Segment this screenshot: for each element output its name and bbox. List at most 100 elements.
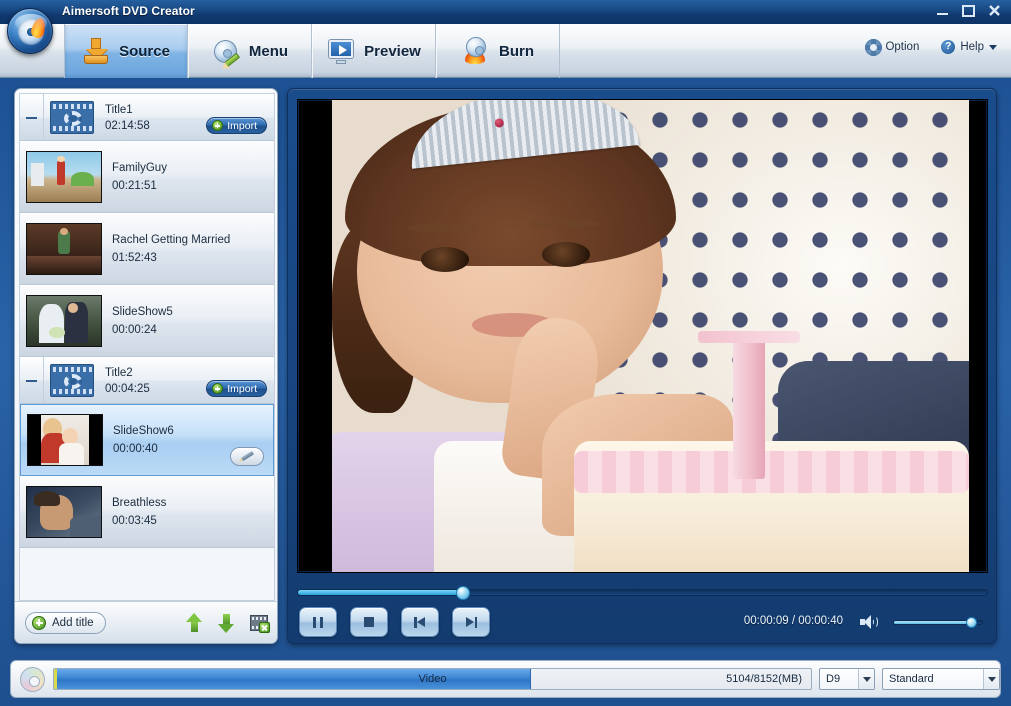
title-group-header[interactable]: Title1 02:14:58 Import	[20, 94, 274, 141]
delete-title-icon[interactable]	[250, 614, 270, 633]
stop-button[interactable]	[350, 607, 388, 637]
time-display: 00:00:09 / 00:00:40	[743, 615, 843, 627]
import-label: Import	[227, 119, 257, 132]
chevron-down-icon[interactable]	[858, 669, 874, 689]
window-controls	[934, 3, 1003, 19]
preview-panel: 00:00:09 / 00:00:40	[287, 88, 997, 644]
video-image	[332, 100, 969, 572]
title-group-header[interactable]: Title2 00:04:25 Import	[20, 357, 274, 404]
title-duration: 02:14:58	[105, 119, 150, 132]
list-item[interactable]: Breathless 00:03:45	[20, 476, 274, 548]
monitor-play-icon	[327, 37, 355, 65]
clip-duration: 00:00:24	[112, 324, 157, 336]
clip-duration: 00:03:45	[112, 515, 157, 527]
clip-thumbnail	[27, 414, 103, 466]
application-window: Aimersoft DVD Creator Source Menu Previe…	[0, 0, 1011, 706]
option-button[interactable]: Option	[865, 40, 920, 54]
logo-flame-icon	[29, 16, 48, 40]
list-toolbar: Add title	[15, 601, 277, 643]
title-bar: Aimersoft DVD Creator	[0, 0, 1011, 24]
tab-source[interactable]: Source	[64, 24, 188, 78]
chevron-down-icon[interactable]	[983, 669, 999, 689]
plus-icon	[212, 120, 224, 131]
quality-dropdown[interactable]: Standard	[882, 668, 1000, 690]
main-tabs: Source Menu Preview Burn	[64, 24, 560, 78]
disc-type-dropdown[interactable]: D9	[819, 668, 875, 690]
disc-type-value: D9	[826, 673, 841, 685]
gear-icon	[865, 40, 883, 54]
clip-name: SlideShow5	[112, 306, 173, 318]
list-item[interactable]: SlideShow5 00:00:24	[20, 285, 274, 357]
minimize-icon[interactable]	[934, 3, 951, 19]
plus-icon	[32, 615, 46, 630]
title-list[interactable]: Title1 02:14:58 Import FamilyGuy 00:21:5…	[19, 93, 275, 601]
status-bar: Video 5104/8152(MB) D9 Standard	[10, 660, 1001, 698]
close-icon[interactable]	[986, 3, 1003, 19]
film-reel-icon	[50, 364, 94, 397]
tab-burn[interactable]: Burn	[436, 24, 560, 78]
option-label: Option	[885, 41, 920, 53]
clip-thumbnail	[26, 151, 102, 203]
capacity-bar: Video 5104/8152(MB)	[53, 668, 812, 690]
tab-menu[interactable]: Menu	[188, 24, 312, 78]
pause-button[interactable]	[299, 607, 337, 637]
tab-bar: Source Menu Preview Burn Option ? Help	[0, 24, 1011, 78]
clip-name: SlideShow6	[113, 425, 174, 437]
collapse-toggle-icon[interactable]	[20, 94, 44, 141]
app-logo-icon	[7, 8, 53, 54]
move-down-icon[interactable]	[218, 613, 235, 633]
title-duration: 00:04:25	[105, 382, 150, 395]
question-mark-icon: ?	[941, 40, 956, 54]
tab-preview[interactable]: Preview	[312, 24, 436, 78]
window-title: Aimersoft DVD Creator	[62, 4, 195, 18]
plus-icon	[212, 383, 224, 394]
add-title-label: Add title	[52, 616, 94, 629]
help-label: Help	[960, 41, 984, 53]
import-label: Import	[227, 382, 257, 395]
tab-menu-label: Menu	[248, 42, 289, 60]
clip-name: Rachel Getting Married	[112, 234, 231, 246]
tab-source-label: Source	[119, 42, 170, 60]
maximize-icon[interactable]	[960, 3, 977, 19]
tab-burn-label: Burn	[499, 42, 534, 60]
capacity-size: 5104/8152(MB)	[726, 673, 802, 685]
progress-thumb[interactable]	[456, 586, 471, 600]
collapse-toggle-icon[interactable]	[20, 357, 44, 404]
list-item[interactable]: FamilyGuy 00:21:51	[20, 141, 274, 213]
help-button[interactable]: ? Help	[941, 40, 997, 54]
title-name: Title2	[105, 366, 133, 379]
edit-clip-button[interactable]	[230, 447, 264, 466]
chevron-down-icon	[989, 44, 997, 50]
clip-name: Breathless	[112, 497, 167, 509]
header-links: Option ? Help	[865, 40, 997, 54]
clip-duration: 01:52:43	[112, 252, 157, 264]
clip-duration: 00:21:51	[112, 180, 157, 192]
film-reel-icon	[50, 101, 94, 134]
playback-progress-slider[interactable]	[297, 586, 988, 600]
video-frame[interactable]	[297, 99, 988, 573]
clip-thumbnail	[26, 223, 102, 275]
clip-name: FamilyGuy	[112, 162, 167, 174]
capacity-label: Video	[418, 673, 447, 685]
disc-icon	[20, 666, 45, 692]
volume-thumb[interactable]	[965, 617, 977, 628]
clip-duration: 00:00:40	[113, 443, 158, 455]
quality-value: Standard	[889, 673, 934, 685]
player-controls: 00:00:09 / 00:00:40	[288, 603, 998, 645]
volume-icon[interactable]	[860, 615, 878, 629]
pencil-icon	[240, 450, 255, 462]
next-button[interactable]	[452, 607, 490, 637]
previous-button[interactable]	[401, 607, 439, 637]
disc-flame-icon	[462, 37, 490, 65]
list-item[interactable]: Rachel Getting Married 01:52:43	[20, 213, 274, 285]
clip-thumbnail	[26, 486, 102, 538]
add-title-button[interactable]: Add title	[25, 611, 106, 634]
move-up-icon[interactable]	[186, 612, 203, 633]
disc-pencil-icon	[212, 37, 241, 68]
title-name: Title1	[105, 103, 133, 116]
import-button[interactable]: Import	[206, 117, 267, 134]
clip-thumbnail	[26, 295, 102, 347]
import-button[interactable]: Import	[206, 380, 267, 397]
volume-slider[interactable]	[893, 617, 983, 628]
list-item[interactable]: SlideShow6 00:00:40	[20, 404, 274, 476]
